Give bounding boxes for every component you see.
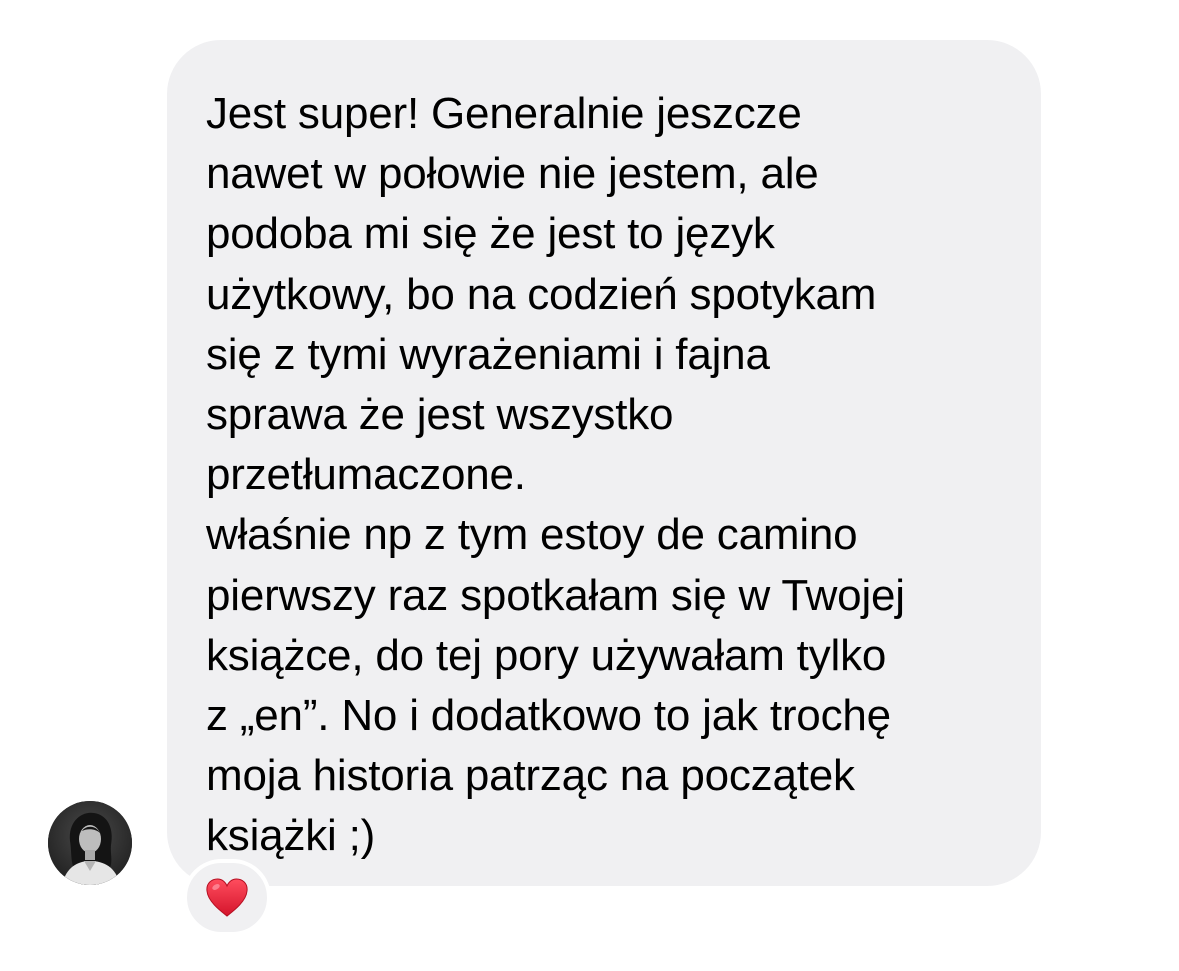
message-line: właśnie np z tym estoy de camino bbox=[206, 510, 858, 560]
message-line: użytkowy, bo na codzień spotykam bbox=[206, 269, 877, 319]
profile-photo-icon bbox=[48, 801, 132, 885]
message-line: z „en”. No i dodatkowo to jak trochę bbox=[206, 691, 891, 741]
message-line: pierwszy raz spotkałam się w Twojej bbox=[206, 570, 905, 620]
message-line: sprawa że jest wszystko bbox=[206, 390, 674, 440]
red-heart-icon bbox=[206, 877, 248, 917]
message-bubble[interactable]: Jest super! Generalnie jeszcze nawet w p… bbox=[167, 40, 1041, 886]
message-line: nawet w połowie nie jestem, ale bbox=[206, 149, 819, 199]
chat-thread: Jest super! Generalnie jeszcze nawet w p… bbox=[0, 0, 1179, 971]
message-line: Jest super! Generalnie jeszcze bbox=[206, 89, 802, 138]
message-line: książce, do tej pory używałam tylko bbox=[206, 630, 887, 680]
reaction-badge[interactable] bbox=[183, 859, 271, 936]
message-line: książki ;) bbox=[206, 811, 376, 861]
message-line: podoba mi się że jest to język bbox=[206, 209, 775, 259]
message-line: się z tymi wyrażeniami i fajna bbox=[206, 329, 770, 379]
sender-avatar[interactable] bbox=[48, 801, 132, 885]
message-line: przetłumaczone. bbox=[206, 450, 526, 500]
message-line: moja historia patrząc na początek bbox=[206, 751, 855, 801]
